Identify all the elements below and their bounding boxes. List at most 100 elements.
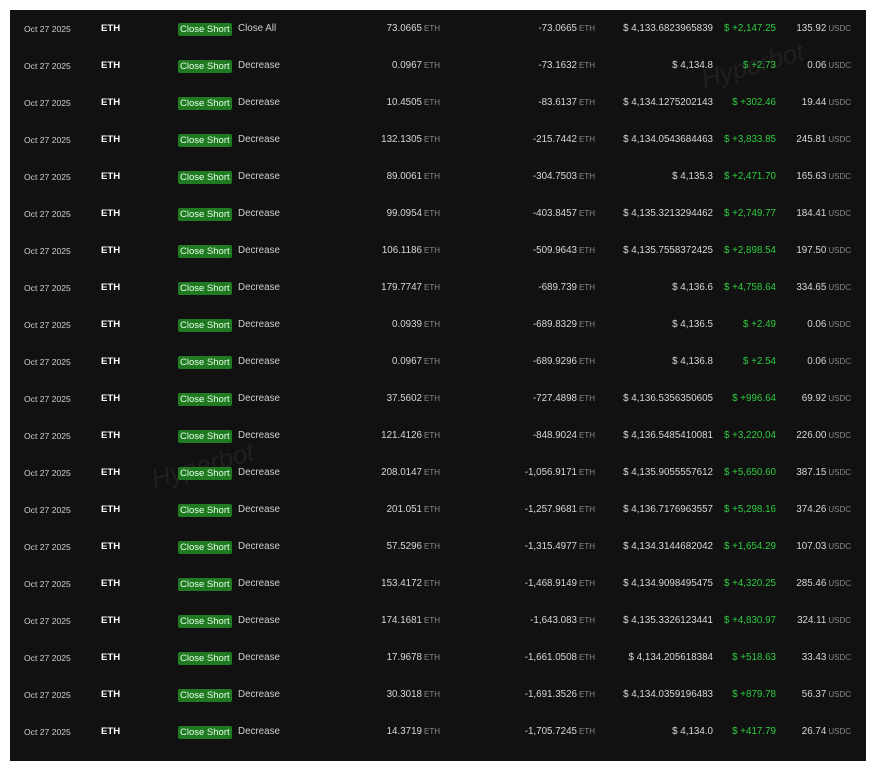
table-row[interactable]: Oct 27 2025 ETH Close Short Decrease 106.118… [10, 232, 866, 269]
trade-position: -1,468.9149 ETH [525, 578, 595, 590]
trade-position: -1,661.0508 ETH [525, 652, 595, 664]
trade-size-value: 99.0954 [386, 207, 422, 219]
table-row[interactable]: Oct 27 2025 ETH Close Short Decrease 30.3018… [10, 676, 866, 713]
trade-size-value: 37.5602 [386, 392, 422, 404]
trade-symbol: ETH [101, 429, 121, 441]
trade-pnl: $ +518.63 [732, 651, 776, 663]
trade-size-unit: ETH [424, 504, 440, 514]
table-row[interactable]: Oct 27 2025 ETH Close Short Decrease 37.5602… [10, 380, 866, 417]
trade-pnl: $ +2,471.70 [723, 170, 776, 182]
trade-position: -73.1632 ETH [538, 60, 595, 72]
trade-symbol: ETH [101, 466, 121, 478]
trade-position: -1,705.7245 ETH [525, 726, 595, 738]
trade-action: Decrease [238, 59, 280, 71]
trade-fee-value: 334.65 [796, 281, 827, 293]
trade-position-value: -403.8457 [532, 207, 577, 219]
table-row[interactable]: Oct 27 2025 ETH Close Short Decrease 10.4505… [10, 84, 866, 121]
table-row[interactable]: Oct 27 2025 ETH Close Short Decrease 179.774… [10, 269, 866, 306]
trade-size-value: 201.051 [386, 503, 422, 515]
trade-position: -1,691.3526 ETH [525, 689, 595, 701]
table-row[interactable]: Oct 27 2025 ETH Close Short Decrease 99.0954… [10, 195, 866, 232]
trade-size-unit: ETH [424, 171, 440, 181]
table-row[interactable]: Oct 27 2025 ETH Close Short Decrease 57.5296… [10, 528, 866, 565]
trade-position-value: -73.1632 [538, 59, 577, 71]
table-row[interactable]: Oct 27 2025 ETH Close Short Decrease 89.0061… [10, 158, 866, 195]
table-row[interactable]: Oct 27 2025 ETH Close Short Decrease 121.412… [10, 417, 866, 454]
trade-history-table: Hyperbot Hyperbot Oct 27 2025 ETH Close Sh… [10, 10, 866, 761]
table-row[interactable]: Oct 27 2025 ETH Close Short Decrease 14.3719… [10, 713, 866, 750]
trade-position-unit: ETH [579, 245, 595, 255]
trade-fee: 0.06 USDC [807, 356, 851, 368]
trade-size: 201.051 ETH [387, 504, 440, 516]
trade-size: 0.0967 ETH [392, 60, 440, 72]
trade-date: Oct 27 2025 [24, 689, 71, 700]
table-row[interactable]: Oct 27 2025 ETH Close Short Decrease 208.014… [10, 454, 866, 491]
trade-price: $ 4,133.6823965839 [623, 22, 713, 34]
trade-fee-unit: USDC [828, 504, 851, 514]
trade-position-unit: ETH [579, 208, 595, 218]
trade-size-value: 0.0967 [392, 59, 422, 71]
trade-date: Oct 27 2025 [24, 356, 71, 367]
table-row[interactable]: Oct 27 2025 ETH Close Short Decrease 0.0939 E… [10, 306, 866, 343]
trade-symbol: ETH [101, 133, 121, 145]
trade-fee-value: 0.06 [807, 59, 827, 71]
trade-fee: 387.15 USDC [796, 467, 851, 479]
trade-pnl: $ +3,833.85 [723, 133, 776, 145]
trade-type-badge: Close Short [178, 170, 232, 184]
trade-fee-value: 387.15 [796, 466, 827, 478]
trade-fee: 285.46 USDC [796, 578, 851, 590]
trade-fee: 19.44 USDC [802, 97, 851, 109]
trade-size-value: 121.4126 [381, 429, 422, 441]
trade-position-unit: ETH [579, 541, 595, 551]
trade-position-unit: ETH [579, 134, 595, 144]
trade-action: Decrease [238, 392, 280, 404]
trade-position-unit: ETH [579, 504, 595, 514]
trade-symbol: ETH [101, 22, 121, 34]
trade-type-badge: Close Short [178, 355, 232, 369]
trade-size-value: 153.4172 [381, 577, 422, 589]
trade-fee: 56.37 USDC [802, 689, 851, 701]
trade-price: $ 4,134.205618384 [628, 651, 713, 663]
trade-price: $ 4,135.3 [672, 170, 713, 182]
trade-position-unit: ETH [579, 578, 595, 588]
trade-pnl: $ +2,898.54 [723, 244, 776, 256]
trade-position-value: -848.9024 [532, 429, 577, 441]
trade-position: -848.9024 ETH [533, 430, 595, 442]
trade-action: Decrease [238, 688, 280, 700]
trade-fee-unit: USDC [828, 97, 851, 107]
trade-type-badge: Close Short [178, 96, 232, 110]
trade-size-value: 179.7747 [381, 281, 422, 293]
trade-size: 106.1186 ETH [382, 245, 440, 257]
table-row[interactable]: Oct 27 2025 ETH Close Short Decrease 17.9678… [10, 639, 866, 676]
table-row[interactable]: Oct 27 2025 ETH Close Short Decrease 0.0967 E… [10, 343, 866, 380]
trade-size-value: 132.1305 [381, 133, 422, 145]
trade-size: 0.0967 ETH [392, 356, 440, 368]
trade-pnl: $ +2,749.77 [723, 207, 776, 219]
trade-fee-unit: USDC [828, 23, 851, 33]
table-row[interactable]: Oct 27 2025 ETH Close Short Decrease 132.130… [10, 121, 866, 158]
trade-pnl: $ +4,830.97 [723, 614, 776, 626]
trade-fee: 226.00 USDC [796, 430, 851, 442]
table-row[interactable]: Oct 27 2025 ETH Close Short Close All 73.066… [10, 10, 866, 47]
trade-fee-unit: USDC [828, 430, 851, 440]
trade-action: Decrease [238, 614, 280, 626]
trade-fee: 374.26 USDC [796, 504, 851, 516]
trade-date: Oct 27 2025 [24, 134, 71, 145]
trade-action: Close All [238, 22, 277, 34]
trade-position-unit: ETH [579, 171, 595, 181]
trade-size: 10.4505 ETH [387, 97, 440, 109]
trade-symbol: ETH [101, 577, 121, 589]
trade-fee-unit: USDC [828, 467, 851, 477]
trade-fee-unit: USDC [828, 171, 851, 181]
table-row[interactable]: Oct 27 2025 ETH Close Short Decrease 174.168… [10, 602, 866, 639]
trade-fee: 197.50 USDC [796, 245, 851, 257]
trade-fee: 0.06 USDC [807, 60, 851, 72]
trade-date: Oct 27 2025 [24, 467, 71, 478]
trade-position-value: -1,661.0508 [524, 651, 577, 663]
table-row[interactable]: Oct 27 2025 ETH Close Short Decrease 153.417… [10, 565, 866, 602]
trade-date: Oct 27 2025 [24, 319, 71, 330]
table-row[interactable]: Oct 27 2025 ETH Close Short Decrease 0.0967 E… [10, 47, 866, 84]
trade-size-value: 17.9678 [386, 651, 422, 663]
table-row[interactable]: Oct 27 2025 ETH Close Short Decrease 201.051… [10, 491, 866, 528]
trade-type-badge: Close Short [178, 614, 232, 628]
